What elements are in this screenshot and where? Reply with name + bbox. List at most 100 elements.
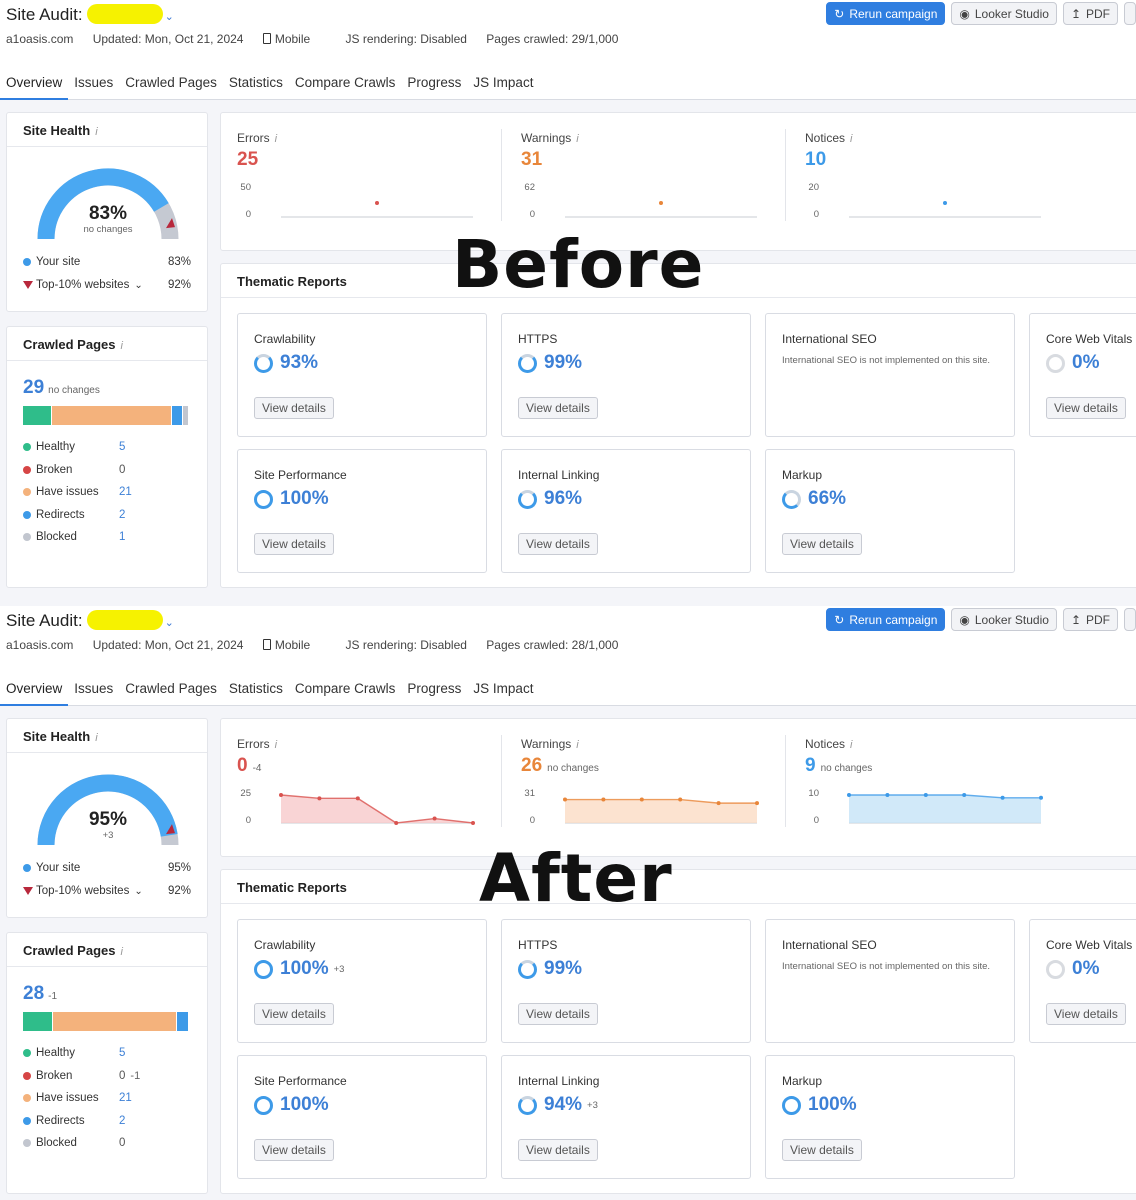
report-score[interactable]: 100% [254, 488, 329, 510]
report-score[interactable]: 96% [518, 488, 582, 510]
info-icon[interactable]: i [850, 133, 852, 145]
trend-area [281, 795, 473, 823]
pdf-button[interactable]: ↥ PDF [1062, 2, 1118, 25]
crawled-row-blocked[interactable]: Blocked 1 [23, 531, 193, 543]
report-name[interactable]: HTTPS [518, 332, 557, 346]
stat-value-warnings[interactable]: 31 [521, 149, 542, 171]
view-details-button[interactable]: View details [782, 1139, 862, 1161]
info-icon[interactable]: i [275, 739, 277, 751]
report-score[interactable]: 99% [518, 958, 582, 980]
crawled-row-blocked[interactable]: Blocked 0 [23, 1137, 193, 1149]
view-details-button[interactable]: View details [254, 533, 334, 555]
report-score[interactable]: 100% +3 [254, 958, 344, 980]
tab-compare-crawls[interactable]: Compare Crawls [289, 70, 402, 100]
stat-value-notices[interactable]: 10 [805, 149, 826, 171]
report-name[interactable]: Crawlability [254, 332, 315, 346]
info-icon[interactable]: i [850, 739, 852, 751]
view-details-button[interactable]: View details [782, 533, 862, 555]
looker-studio-button[interactable]: ◉ Looker Studio [951, 2, 1057, 25]
report-name[interactable]: Site Performance [254, 468, 347, 482]
legend-top10[interactable]: Top-10% websites ⌄ [23, 279, 143, 291]
bar-segment-healthy[interactable] [23, 406, 52, 425]
tab-statistics[interactable]: Statistics [223, 676, 289, 706]
report-name[interactable]: Markup [782, 1074, 822, 1088]
chevron-down-icon[interactable]: ⌄ [165, 617, 174, 629]
info-icon[interactable]: i [95, 126, 97, 138]
tab-overview[interactable]: Overview [0, 676, 69, 706]
info-icon[interactable]: i [275, 133, 277, 145]
stat-value-notices[interactable]: 9 no changes [805, 755, 872, 777]
bar-segment-healthy[interactable] [23, 1012, 53, 1031]
tab-js-impact[interactable]: JS Impact [467, 676, 539, 706]
view-details-button[interactable]: View details [1046, 397, 1126, 419]
tab-issues[interactable]: Issues [68, 676, 119, 706]
report-score[interactable]: 66% [782, 488, 846, 510]
bar-segment-issues[interactable] [51, 406, 172, 425]
info-icon[interactable]: i [576, 133, 578, 145]
report-name[interactable]: Crawlability [254, 938, 315, 952]
tab-js-impact[interactable]: JS Impact [467, 70, 539, 100]
view-details-button[interactable]: View details [518, 397, 598, 419]
looker-studio-button[interactable]: ◉ Looker Studio [951, 608, 1057, 631]
report-name[interactable]: Internal Linking [518, 468, 599, 482]
view-details-button[interactable]: View details [254, 1003, 334, 1025]
more-button[interactable] [1124, 608, 1136, 631]
view-details-button[interactable]: View details [518, 533, 598, 555]
report-name[interactable]: Core Web Vitals [1046, 938, 1132, 952]
info-icon[interactable]: i [95, 732, 97, 744]
tab-statistics[interactable]: Statistics [223, 70, 289, 100]
tab-compare-crawls[interactable]: Compare Crawls [289, 676, 402, 706]
crawled-row-redirects[interactable]: Redirects 2 [23, 1115, 193, 1127]
report-score[interactable]: 100% [254, 1094, 329, 1116]
report-name[interactable]: Site Performance [254, 1074, 347, 1088]
crawled-row-broken[interactable]: Broken 0 -1 [23, 1070, 193, 1082]
pdf-button[interactable]: ↥ PDF [1062, 608, 1118, 631]
info-icon[interactable]: i [121, 946, 123, 958]
crawled-row-broken[interactable]: Broken 0 [23, 464, 193, 476]
view-details-button[interactable]: View details [518, 1139, 598, 1161]
rerun-campaign-button[interactable]: ↻ Rerun campaign [826, 608, 946, 631]
legend-top10[interactable]: Top-10% websites ⌄ [23, 885, 143, 897]
tab-overview[interactable]: Overview [0, 70, 69, 100]
tab-crawled-pages[interactable]: Crawled Pages [119, 70, 223, 100]
report-name[interactable]: Markup [782, 468, 822, 482]
crawled-row-have-issues[interactable]: Have issues 21 [23, 486, 193, 498]
tab-progress[interactable]: Progress [401, 676, 467, 706]
tab-progress[interactable]: Progress [401, 70, 467, 100]
report-score[interactable]: 93% [254, 352, 318, 374]
bar-segment-blocked[interactable] [183, 406, 189, 425]
tab-issues[interactable]: Issues [68, 70, 119, 100]
crawled-row-have-issues[interactable]: Have issues 21 [23, 1092, 193, 1104]
bar-segment-redirects[interactable] [177, 1012, 189, 1031]
report-score[interactable]: 0% [1046, 352, 1099, 374]
crawled-row-healthy[interactable]: Healthy 5 [23, 441, 193, 453]
report-score[interactable]: 100% [782, 1094, 857, 1116]
crawled-row-redirects[interactable]: Redirects 2 [23, 509, 193, 521]
bar-segment-redirects[interactable] [171, 406, 184, 425]
tab-crawled-pages[interactable]: Crawled Pages [119, 676, 223, 706]
report-score[interactable]: 99% [518, 352, 582, 374]
view-details-button[interactable]: View details [1046, 1003, 1126, 1025]
stat-value-errors[interactable]: 25 [237, 149, 258, 171]
more-button[interactable] [1124, 2, 1136, 25]
view-details-button[interactable]: View details [254, 397, 334, 419]
report-name[interactable]: Core Web Vitals [1046, 332, 1132, 346]
report-name[interactable]: Internal Linking [518, 1074, 599, 1088]
report-name[interactable]: International SEO [782, 332, 877, 346]
crawled-row-healthy[interactable]: Healthy 5 [23, 1047, 193, 1059]
stat-value-warnings[interactable]: 26 no changes [521, 755, 599, 777]
crawled-total[interactable]: 28 -1 [23, 983, 57, 1005]
report-score[interactable]: 94% +3 [518, 1094, 598, 1116]
rerun-campaign-button[interactable]: ↻ Rerun campaign [826, 2, 946, 25]
chevron-down-icon[interactable]: ⌄ [165, 11, 174, 23]
info-icon[interactable]: i [576, 739, 578, 751]
view-details-button[interactable]: View details [518, 1003, 598, 1025]
info-icon[interactable]: i [121, 340, 123, 352]
report-name[interactable]: HTTPS [518, 938, 557, 952]
crawled-total[interactable]: 29 no changes [23, 377, 100, 399]
bar-segment-issues[interactable] [52, 1012, 178, 1031]
report-score[interactable]: 0% [1046, 958, 1099, 980]
view-details-button[interactable]: View details [254, 1139, 334, 1161]
stat-value-errors[interactable]: 0 -4 [237, 755, 261, 777]
report-name[interactable]: International SEO [782, 938, 877, 952]
